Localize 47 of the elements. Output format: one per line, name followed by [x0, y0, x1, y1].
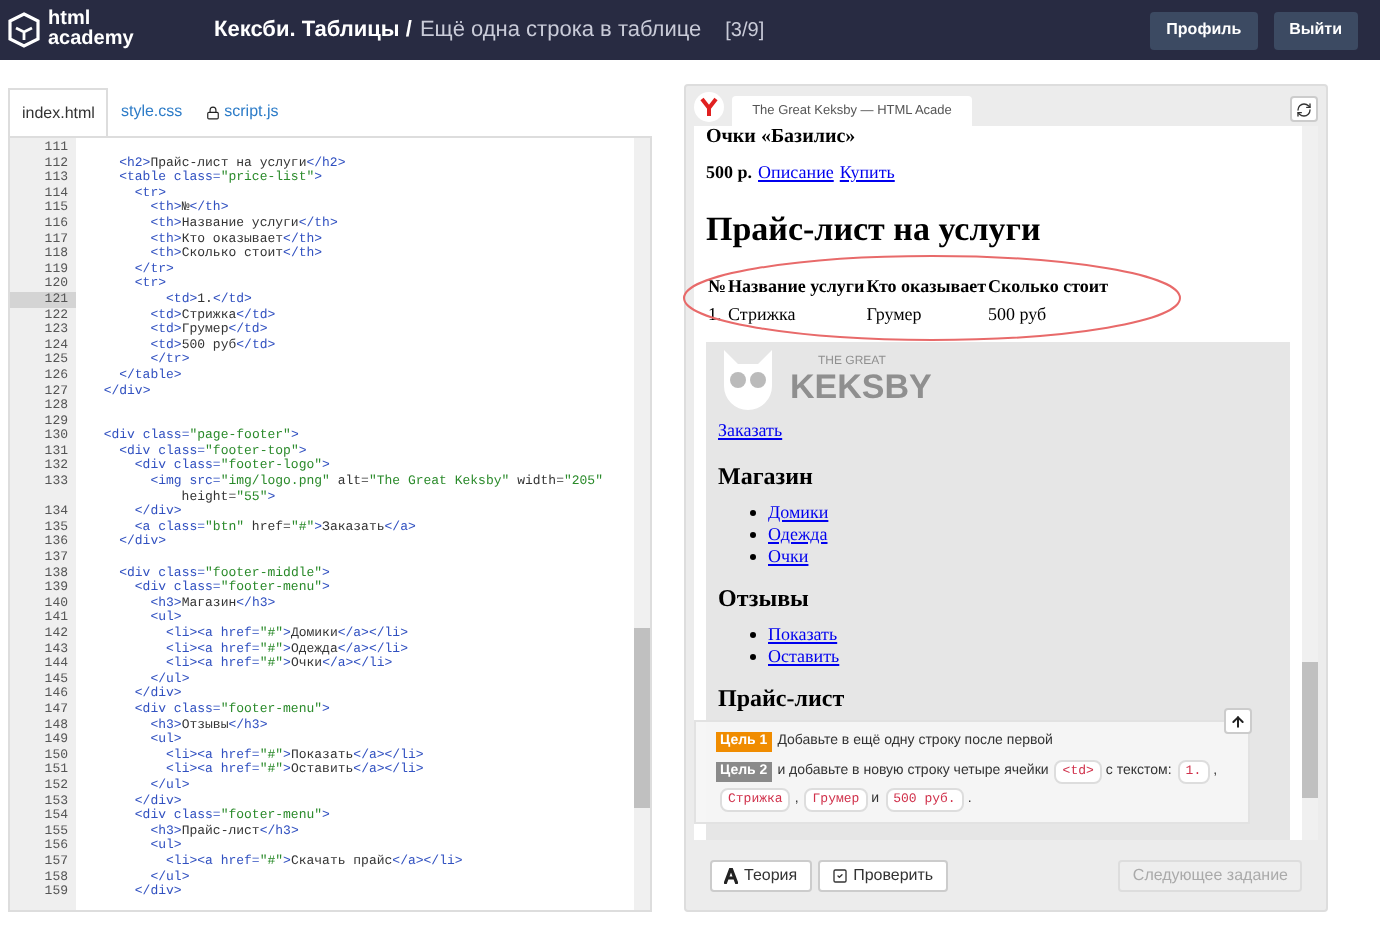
table-header-cell-text: Название услуги [728, 274, 865, 300]
reload-button[interactable] [1290, 96, 1318, 122]
browser-logo-icon [694, 92, 724, 122]
menu-link[interactable]: Оставить [768, 645, 840, 667]
letter-a-icon [724, 867, 738, 883]
course-title: Кексби. Таблицы / [214, 15, 412, 46]
logo-icon [8, 12, 40, 48]
product-link[interactable]: Купить [839, 160, 895, 187]
bullet-icon [750, 653, 756, 659]
table-header-cell-text: Кто оказывает [866, 274, 987, 300]
table-cell-text: Стрижка [728, 301, 798, 328]
table-cell-text: Грумер [866, 301, 924, 328]
progress-counter: [3/9] [725, 17, 765, 45]
product-title: Очки «Базилис» [706, 126, 858, 150]
collapse-button[interactable] [1224, 708, 1252, 734]
menu-heading: Прайс-лист [718, 681, 847, 715]
menu-heading: Магазин [718, 459, 815, 493]
scrollbar-thumb [1302, 662, 1318, 798]
menu-link[interactable]: Показать [768, 623, 838, 645]
bullet-icon [750, 553, 756, 559]
file-tab[interactable]: style.css [108, 88, 195, 136]
menu-heading: Отзывы [718, 581, 811, 615]
table-cell-text: 500 руб [988, 301, 1049, 328]
menu-link[interactable]: Одежда [768, 523, 828, 545]
reload-icon [1296, 101, 1312, 117]
lesson-title: Ещё одна строка в таблице [419, 15, 702, 46]
bullet-icon [750, 531, 756, 537]
logo-text: html academy [48, 10, 134, 50]
header-button[interactable]: Профиль [1150, 11, 1258, 49]
table-header-cell-text: Сколько стоит [988, 274, 1108, 300]
menu-link[interactable]: Очки [768, 545, 809, 567]
order-link[interactable]: Заказать [718, 418, 783, 445]
product-link[interactable]: Описание [758, 160, 834, 187]
file-tab[interactable]: script.js [194, 88, 291, 136]
table-header-cell-text: № [708, 274, 727, 300]
bullet-icon [750, 509, 756, 515]
action-button[interactable]: Теория [710, 859, 812, 891]
bullet-icon [750, 631, 756, 637]
menu-link[interactable]: Домики [768, 501, 829, 523]
product-price: 500 р. [706, 160, 753, 186]
check-icon [831, 867, 848, 883]
arrow-up-icon [1230, 713, 1246, 729]
lock-icon [206, 105, 221, 119]
section-heading: Прайс-лист на услуги [706, 207, 1043, 252]
file-tab[interactable]: index.html [8, 88, 109, 136]
header-button[interactable]: Выйти [1273, 11, 1358, 49]
action-button[interactable]: Проверить [817, 859, 948, 891]
